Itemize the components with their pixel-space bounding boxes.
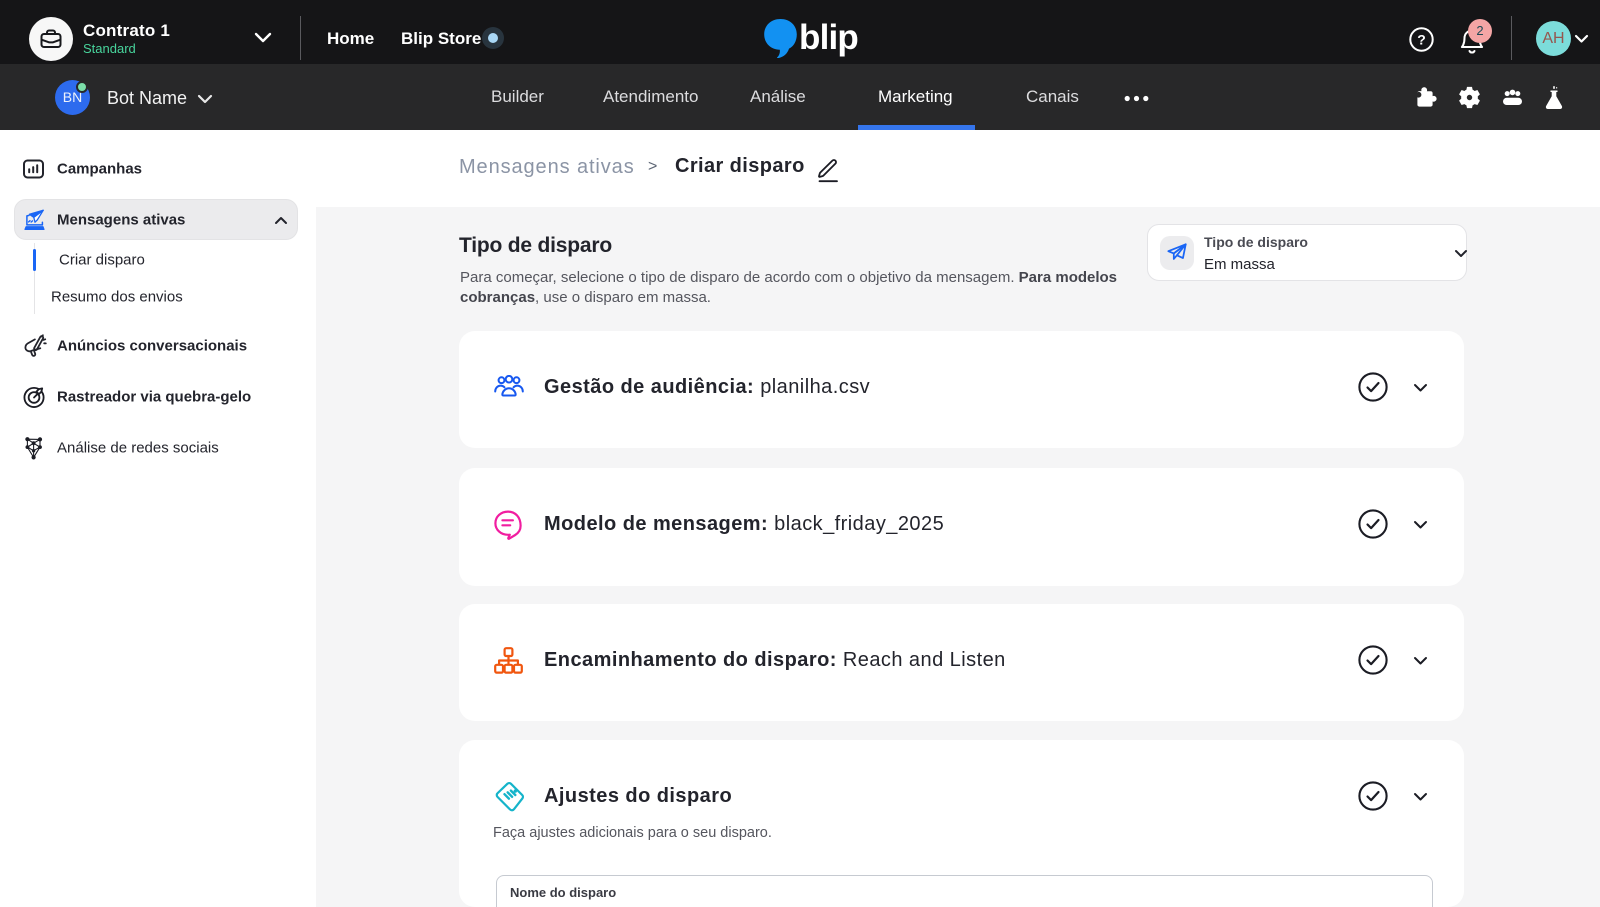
svg-text:?: ? xyxy=(1417,32,1426,48)
